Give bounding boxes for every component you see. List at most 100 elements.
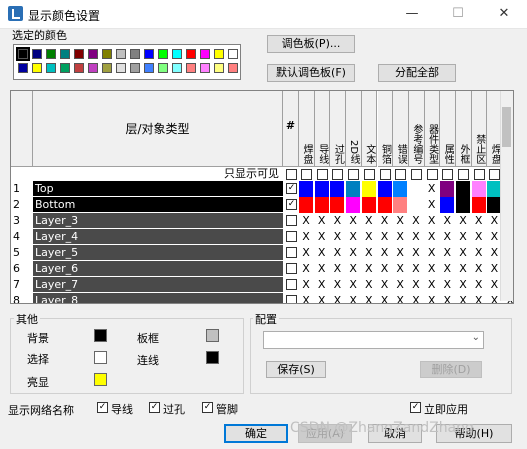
- layer-name[interactable]: Bottom: [33, 197, 283, 213]
- palette-swatch[interactable]: [158, 63, 168, 73]
- assign-all-button[interactable]: 分配全部: [378, 64, 456, 82]
- layer-visible-checkbox[interactable]: [286, 295, 297, 303]
- palette-swatch[interactable]: [74, 49, 84, 59]
- palette-swatch[interactable]: [172, 63, 182, 73]
- visible-only-checkbox[interactable]: [348, 169, 360, 180]
- visible-only-checkbox[interactable]: [332, 169, 344, 180]
- palette-swatch[interactable]: [186, 49, 196, 59]
- layer-color-cell[interactable]: X: [377, 213, 393, 229]
- layer-color-cell[interactable]: X: [408, 229, 424, 245]
- connection-color-swatch[interactable]: [206, 351, 219, 364]
- layer-color-cell[interactable]: [346, 197, 362, 213]
- layer-name[interactable]: Layer_7: [33, 277, 283, 293]
- palette-swatch[interactable]: [200, 63, 210, 73]
- layer-visible-checkbox[interactable]: [286, 279, 297, 290]
- layer-color-cell[interactable]: X: [330, 277, 346, 293]
- layer-name[interactable]: Layer_3: [33, 213, 283, 229]
- visible-only-checkbox[interactable]: [316, 169, 328, 180]
- visible-only-checkbox[interactable]: [301, 169, 312, 180]
- layer-color-cell[interactable]: X: [346, 245, 362, 261]
- layer-color-cell[interactable]: X: [424, 245, 440, 261]
- close-button[interactable]: ✕: [481, 0, 527, 28]
- layer-color-cell[interactable]: X: [346, 261, 362, 277]
- layer-color-cell[interactable]: X: [330, 245, 346, 261]
- layer-color-cell[interactable]: X: [330, 293, 346, 303]
- layer-color-cell[interactable]: X: [330, 213, 346, 229]
- layer-color-cell[interactable]: [440, 181, 456, 197]
- background-color-swatch[interactable]: [94, 329, 107, 342]
- palette-swatch[interactable]: [172, 49, 182, 59]
- pin-checkbox[interactable]: ✓: [202, 402, 213, 413]
- layer-visible-checkbox[interactable]: ✓: [286, 199, 297, 210]
- layer-color-cell[interactable]: X: [361, 245, 377, 261]
- layer-color-cell[interactable]: [314, 197, 330, 213]
- highlight-color-swatch[interactable]: [94, 373, 107, 386]
- layer-color-cell[interactable]: X: [471, 229, 487, 245]
- layer-name[interactable]: Layer_4: [33, 229, 283, 245]
- layer-color-cell[interactable]: X: [408, 293, 424, 303]
- layer-color-cell[interactable]: X: [456, 229, 471, 245]
- palette-swatch[interactable]: [74, 63, 84, 73]
- palette-swatch[interactable]: [144, 49, 154, 59]
- layer-color-cell[interactable]: X: [440, 261, 456, 277]
- layer-color-cell[interactable]: X: [456, 277, 471, 293]
- default-palette-button[interactable]: 默认调色板(F): [267, 64, 355, 82]
- layer-color-cell[interactable]: X: [456, 213, 471, 229]
- visible-only-checkbox[interactable]: [410, 169, 422, 180]
- layer-color-cell[interactable]: X: [377, 229, 393, 245]
- scrollbar-thumb[interactable]: [502, 107, 511, 147]
- layer-color-cell[interactable]: X: [424, 213, 440, 229]
- apply-immediately-checkbox[interactable]: ✓: [410, 402, 421, 413]
- layer-color-cell[interactable]: X: [314, 229, 330, 245]
- layer-color-cell[interactable]: X: [393, 229, 409, 245]
- layer-color-cell[interactable]: X: [393, 277, 409, 293]
- palette-swatch[interactable]: [228, 63, 238, 73]
- palette-swatch[interactable]: [116, 49, 126, 59]
- palette-swatch[interactable]: [158, 49, 168, 59]
- layer-color-cell[interactable]: X: [361, 261, 377, 277]
- trace-checkbox[interactable]: ✓: [97, 402, 108, 413]
- layer-visible-checkbox[interactable]: ✓: [286, 183, 297, 194]
- layer-color-cell[interactable]: [393, 197, 409, 213]
- layer-color-cell[interactable]: X: [377, 245, 393, 261]
- layer-visible-checkbox[interactable]: [286, 247, 297, 258]
- ok-button[interactable]: 确定: [224, 424, 288, 443]
- layer-color-cell[interactable]: X: [299, 277, 314, 293]
- layer-color-cell[interactable]: X: [377, 277, 393, 293]
- visible-only-checkbox[interactable]: [458, 169, 469, 180]
- maximize-button[interactable]: ☐: [435, 0, 481, 28]
- layer-color-cell[interactable]: [361, 181, 377, 197]
- layer-color-cell[interactable]: X: [314, 213, 330, 229]
- table-scrollbar[interactable]: [500, 91, 513, 301]
- layer-color-cell[interactable]: X: [393, 261, 409, 277]
- layer-color-cell[interactable]: X: [424, 293, 440, 303]
- layer-color-cell[interactable]: [314, 181, 330, 197]
- layer-color-cell[interactable]: X: [424, 229, 440, 245]
- palette-swatch[interactable]: [186, 63, 196, 73]
- visible-only-checkbox[interactable]: [379, 169, 391, 180]
- layer-color-cell[interactable]: [330, 181, 346, 197]
- palette-swatch[interactable]: [60, 49, 70, 59]
- layer-color-cell[interactable]: [456, 197, 471, 213]
- palette-swatch[interactable]: [46, 63, 56, 73]
- palette-swatch[interactable]: [228, 49, 238, 59]
- layer-color-cell[interactable]: X: [361, 277, 377, 293]
- layer-color-cell[interactable]: X: [346, 213, 362, 229]
- layer-color-cell[interactable]: X: [408, 245, 424, 261]
- palette-swatch[interactable]: [88, 63, 98, 73]
- layer-color-cell[interactable]: X: [471, 245, 487, 261]
- save-button[interactable]: 保存(S): [266, 361, 326, 378]
- layer-color-cell[interactable]: X: [471, 213, 487, 229]
- palette-swatch[interactable]: [32, 63, 42, 73]
- layer-color-cell[interactable]: X: [440, 293, 456, 303]
- layer-color-cell[interactable]: X: [424, 181, 440, 197]
- layer-color-cell[interactable]: X: [361, 229, 377, 245]
- palette-swatch[interactable]: [144, 63, 154, 73]
- layer-color-cell[interactable]: X: [393, 293, 409, 303]
- palette-swatch[interactable]: [130, 49, 140, 59]
- layer-color-cell[interactable]: X: [408, 261, 424, 277]
- layer-visible-checkbox[interactable]: [286, 263, 297, 274]
- layer-color-cell[interactable]: X: [408, 213, 424, 229]
- layer-color-cell[interactable]: X: [299, 261, 314, 277]
- palette-swatch[interactable]: [32, 49, 42, 59]
